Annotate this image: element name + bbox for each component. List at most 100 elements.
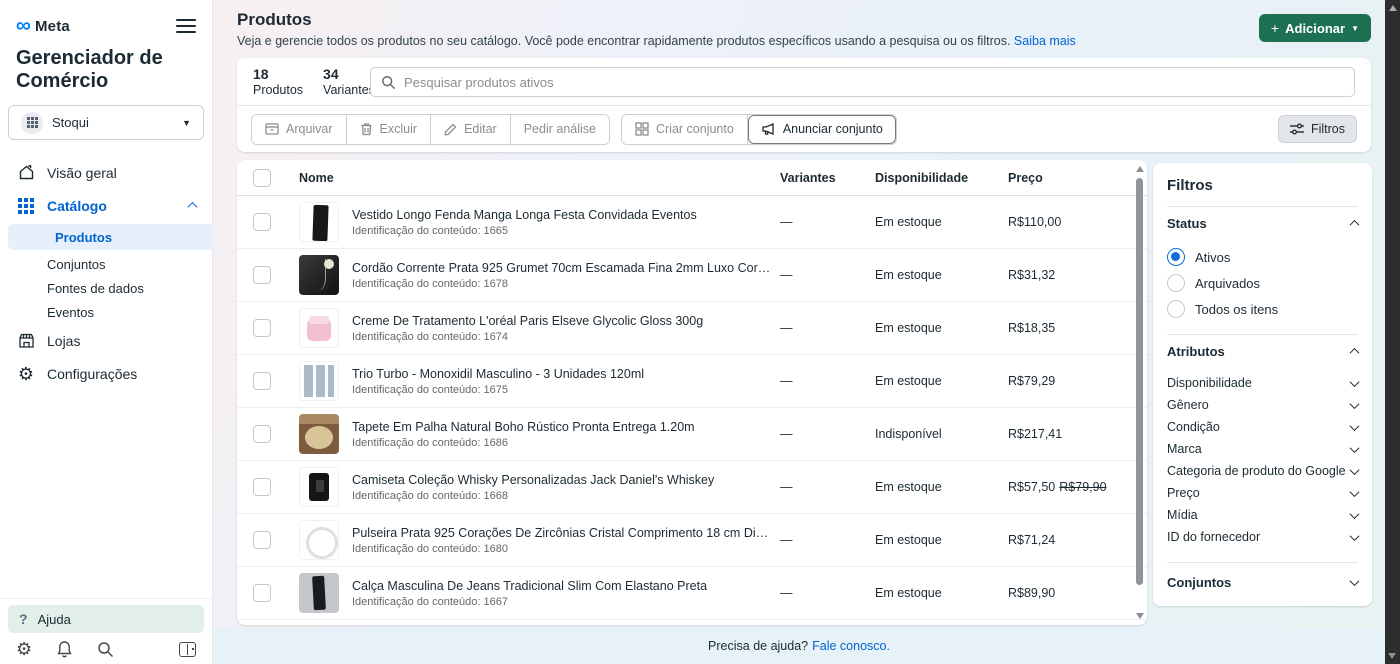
row-checkbox[interactable] <box>253 478 271 496</box>
scroll-down-icon[interactable] <box>1388 653 1396 659</box>
storefront-icon <box>16 332 36 349</box>
attribute-filter-row[interactable]: Condição <box>1167 416 1358 438</box>
row-checkbox[interactable] <box>253 584 271 602</box>
sidebar-item-shops[interactable]: Lojas <box>0 324 212 357</box>
sidebar-item-overview[interactable]: Visão geral <box>0 156 212 189</box>
row-checkbox[interactable] <box>253 213 271 231</box>
scroll-down-icon[interactable] <box>1136 613 1144 619</box>
meta-brand-text: Meta <box>35 18 70 35</box>
attributes-section-header[interactable]: Atributos <box>1167 334 1358 368</box>
table-row[interactable]: Cordão Corrente Prata 925 Grumet 70cm Es… <box>237 249 1147 302</box>
table-row[interactable]: Calça Masculina De Jeans Tradicional Sli… <box>237 567 1147 620</box>
product-price: R$79,29 <box>992 374 1127 388</box>
attribute-filter-row[interactable]: Disponibilidade <box>1167 372 1358 394</box>
settings-icon[interactable]: ⚙ <box>16 640 32 658</box>
product-name: Tapete Em Palha Natural Boho Rústico Pro… <box>352 420 695 434</box>
sidebar-item-data-sources[interactable]: Fontes de dados <box>0 276 212 300</box>
table-row[interactable]: Trio Turbo - Monoxidil Masculino - 3 Uni… <box>237 355 1147 408</box>
scroll-up-icon[interactable] <box>1389 5 1397 11</box>
contact-us-link[interactable]: Fale conosco. <box>812 639 890 653</box>
collapse-sidebar-icon[interactable] <box>179 642 196 657</box>
row-checkbox[interactable] <box>253 531 271 549</box>
table-scrollbar-thumb[interactable] <box>1136 178 1143 585</box>
row-checkbox[interactable] <box>253 425 271 443</box>
table-scrollbar[interactable] <box>1135 164 1145 621</box>
radio-button[interactable] <box>1167 248 1185 266</box>
archive-label: Arquivar <box>286 122 333 136</box>
product-name: Creme De Tratamento L'oréal Paris Elseve… <box>352 314 703 328</box>
sets-section-header[interactable]: Conjuntos <box>1167 562 1358 590</box>
filters-panel: Filtros Status Ativos Arquivados Todos o… <box>1153 163 1372 606</box>
bulk-actions-group: Arquivar Excluir Editar <box>251 114 610 145</box>
help-button[interactable]: ? Ajuda <box>8 605 204 633</box>
row-checkbox[interactable] <box>253 319 271 337</box>
attribute-filter-row[interactable]: Marca <box>1167 438 1358 460</box>
product-thumbnail <box>299 467 339 507</box>
table-row[interactable]: Camiseta Coleção Whisky Personalizadas J… <box>237 461 1147 514</box>
attribute-filter-row[interactable]: Categoria de produto do Google <box>1167 460 1358 482</box>
radio-button[interactable] <box>1167 274 1185 292</box>
table-row[interactable]: Creme De Tratamento L'oréal Paris Elseve… <box>237 302 1147 355</box>
product-content-id: Identificação do conteúdo: 1678 <box>352 278 772 290</box>
column-header-variants: Variantes <box>772 171 867 185</box>
delete-button[interactable]: Excluir <box>347 115 432 144</box>
product-variants: — <box>772 586 867 600</box>
chevron-down-icon <box>1350 487 1360 497</box>
search-input[interactable] <box>404 75 1344 90</box>
status-section-header[interactable]: Status <box>1167 206 1358 240</box>
sidebar-item-settings[interactable]: ⚙ Configurações <box>0 357 212 390</box>
promote-set-button[interactable]: Anunciar conjunto <box>748 115 896 144</box>
product-price: R$57,50R$79,90 <box>992 480 1127 494</box>
delete-label: Excluir <box>380 122 418 136</box>
sidebar-item-label: Visão geral <box>47 165 117 181</box>
attribute-filter-row[interactable]: Gênero <box>1167 394 1358 416</box>
scroll-up-icon[interactable] <box>1136 166 1144 172</box>
row-checkbox[interactable] <box>253 266 271 284</box>
column-header-price: Preço <box>992 171 1127 185</box>
product-thumbnail <box>299 202 339 242</box>
sidebar-item-events[interactable]: Eventos <box>0 300 212 324</box>
product-price: R$89,90 <box>992 586 1127 600</box>
product-name: Vestido Longo Fenda Manga Longa Festa Co… <box>352 208 697 222</box>
row-checkbox[interactable] <box>253 372 271 390</box>
status-radio-option[interactable]: Todos os itens <box>1167 296 1358 322</box>
radio-button[interactable] <box>1167 300 1185 318</box>
filters-button[interactable]: Filtros <box>1278 115 1357 143</box>
product-availability: Em estoque <box>867 533 992 547</box>
chevron-down-icon <box>1350 421 1360 431</box>
learn-more-link[interactable]: Saiba mais <box>1014 34 1076 48</box>
search-icon[interactable] <box>97 641 114 658</box>
page-description-text: Veja e gerencie todos os produtos no seu… <box>237 34 1010 48</box>
sidebar-item-sets[interactable]: Conjuntos <box>0 252 212 276</box>
status-radio-option[interactable]: Arquivados <box>1167 270 1358 296</box>
add-button[interactable]: + Adicionar ▼ <box>1259 14 1371 42</box>
edit-button[interactable]: Editar <box>431 115 511 144</box>
attribute-label: Categoria de produto do Google <box>1167 464 1346 478</box>
archive-button[interactable]: Arquivar <box>252 115 347 144</box>
create-set-button[interactable]: Criar conjunto <box>622 115 748 144</box>
products-count: 18 Produtos <box>253 66 303 99</box>
request-review-button[interactable]: Pedir análise <box>511 115 609 144</box>
table-row[interactable]: Tapete Em Palha Natural Boho Rústico Pro… <box>237 408 1147 461</box>
select-all-checkbox[interactable] <box>253 169 271 187</box>
attribute-filter-row[interactable]: Mídia <box>1167 504 1358 526</box>
table-row[interactable]: Vestido Longo Fenda Manga Longa Festa Co… <box>237 196 1147 249</box>
sidebar-item-label: Produtos <box>55 230 112 245</box>
store-selector[interactable]: Stoqui ▼ <box>8 105 204 140</box>
sidebar-item-products[interactable]: Produtos <box>8 224 213 250</box>
attribute-filter-row[interactable]: ID do fornecedor <box>1167 526 1358 548</box>
chevron-down-icon <box>1350 509 1360 519</box>
sidebar-item-catalog[interactable]: Catálogo <box>0 189 212 222</box>
product-availability: Em estoque <box>867 374 992 388</box>
product-content-id: Identificação do conteúdo: 1680 <box>352 543 772 555</box>
table-row[interactable]: Pulseira Prata 925 Corações De Zircônias… <box>237 514 1147 567</box>
attribute-label: Preço <box>1167 486 1200 500</box>
hamburger-menu-icon[interactable] <box>176 12 196 40</box>
attribute-filter-row[interactable]: Preço <box>1167 482 1358 504</box>
request-review-label: Pedir análise <box>524 122 596 136</box>
product-availability: Em estoque <box>867 321 992 335</box>
page-scrollbar[interactable] <box>1385 0 1400 664</box>
notifications-bell-icon[interactable] <box>56 640 73 658</box>
status-radio-option[interactable]: Ativos <box>1167 244 1358 270</box>
chevron-down-icon: ▼ <box>1351 24 1359 33</box>
